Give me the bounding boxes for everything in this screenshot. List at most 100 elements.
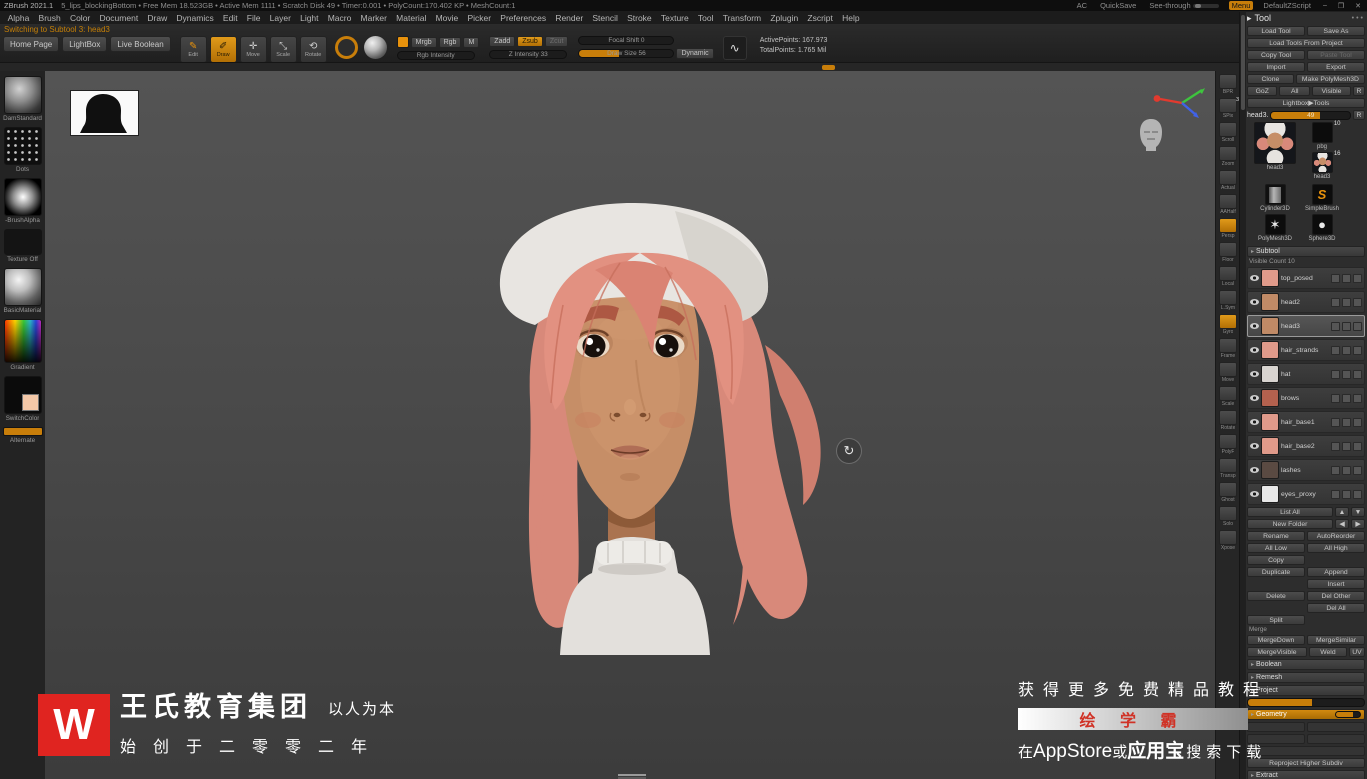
shelf-button[interactable]: PolyF — [1216, 434, 1240, 455]
edit-mode-button[interactable]: ✎ Edit — [179, 36, 207, 63]
subtool-row[interactable]: hat — [1247, 363, 1365, 385]
tool-thumb[interactable]: head3 — [1249, 122, 1301, 171]
subtool-up-button[interactable]: ▲ — [1335, 507, 1349, 517]
copy-tool-button[interactable]: Copy Tool — [1247, 50, 1305, 60]
home-page-button[interactable]: Home Page — [3, 36, 60, 52]
subtool-row[interactable]: brows — [1247, 387, 1365, 409]
rgb-button[interactable]: Rgb — [438, 36, 462, 48]
menu-item[interactable]: Light — [296, 13, 324, 23]
mask-icon[interactable] — [1353, 417, 1362, 427]
menu-item[interactable]: File — [242, 13, 265, 23]
see-through-slider[interactable] — [1192, 4, 1219, 9]
canvas-scrollbar[interactable] — [618, 774, 646, 776]
mask-icon[interactable] — [1353, 297, 1362, 307]
all-low-button[interactable]: All Low — [1247, 543, 1305, 553]
new-folder-button[interactable]: New Folder — [1247, 519, 1333, 529]
left-tray-item[interactable]: Texture Off — [0, 229, 45, 263]
subtool-row[interactable]: head2 — [1247, 291, 1365, 313]
menu-item[interactable]: Color — [65, 13, 95, 23]
left-tray-item[interactable]: -BrushAlpha — [0, 178, 45, 224]
left-tray-thumbnail[interactable] — [3, 319, 42, 363]
mrgb-button[interactable]: Mrgb — [410, 36, 437, 48]
close-button[interactable]: ✕ — [1353, 2, 1363, 10]
stroke-type-icon[interactable]: ∿ — [722, 36, 747, 60]
minimize-button[interactable]: – — [1321, 2, 1329, 9]
tool-thumb[interactable]: S SimpleBrush — [1299, 184, 1345, 212]
sculpt-icon[interactable] — [1342, 369, 1351, 379]
polypaint-icon[interactable] — [1331, 297, 1340, 307]
save-as-button[interactable]: Save As — [1307, 26, 1365, 36]
camera-head-icon[interactable] — [1137, 117, 1165, 153]
quicksave-button[interactable]: QuickSave — [1097, 1, 1139, 10]
menu-item[interactable]: Stencil — [588, 13, 623, 23]
visibility-eye-icon[interactable] — [1250, 275, 1259, 281]
tool-thumb[interactable]: 10 pbg — [1307, 121, 1341, 150]
menu-item[interactable]: Zscript — [803, 13, 838, 23]
del-other-button[interactable]: Del Other — [1307, 591, 1365, 601]
visibility-eye-icon[interactable] — [1250, 395, 1259, 401]
menu-item[interactable]: Document — [95, 13, 143, 23]
left-tray-thumbnail[interactable] — [3, 376, 42, 414]
left-tray-item[interactable]: BasicMaterial — [0, 268, 45, 314]
live-boolean-button[interactable]: Live Boolean — [110, 36, 171, 52]
m-button[interactable]: M — [463, 36, 480, 48]
see-through-control[interactable]: See-through — [1146, 1, 1221, 10]
menu-item[interactable]: Edit — [218, 13, 242, 23]
mergesimilar-button[interactable]: MergeSimilar — [1307, 635, 1365, 645]
mask-icon[interactable] — [1353, 393, 1362, 403]
menu-item[interactable]: Help — [837, 13, 864, 23]
mask-icon[interactable] — [1353, 345, 1362, 355]
paste-tool-button[interactable]: Paste Tool — [1307, 50, 1365, 60]
clone-button[interactable]: Clone — [1247, 74, 1294, 84]
viewport-canvas[interactable]: ↻ — [45, 71, 1216, 779]
shelf-button[interactable]: Scroll — [1216, 122, 1240, 143]
weld-button[interactable]: Weld — [1308, 647, 1347, 657]
current-material-icon[interactable] — [363, 36, 387, 59]
polypaint-icon[interactable] — [1331, 321, 1340, 331]
mask-icon[interactable] — [1353, 465, 1362, 475]
subtool-row[interactable]: lashes — [1247, 459, 1365, 481]
move-mode-button[interactable]: ✛ Move — [239, 36, 267, 63]
list-all-button[interactable]: List All — [1247, 507, 1333, 517]
tool-thumb[interactable]: Cylinder3D — [1249, 184, 1301, 212]
export-button[interactable]: Export — [1307, 62, 1365, 72]
menu-item[interactable]: Alpha — [3, 13, 34, 23]
rgb-intensity-slider[interactable]: Rgb Intensity — [396, 51, 475, 60]
goz-all-button[interactable]: All — [1279, 86, 1310, 96]
left-tray-thumbnail[interactable] — [3, 229, 42, 255]
lightbox-button[interactable]: LightBox — [62, 36, 108, 52]
ac-indicator[interactable]: AC — [1074, 1, 1090, 10]
menu-item[interactable]: Dynamics — [172, 13, 219, 23]
subtool-down-button[interactable]: ▼ — [1351, 507, 1365, 517]
subtool-row[interactable]: hair_base2 — [1247, 435, 1365, 457]
goz-button[interactable]: GoZ — [1247, 86, 1278, 96]
mask-icon[interactable] — [1353, 369, 1362, 379]
subtool-row[interactable]: hair_strands — [1247, 339, 1365, 361]
folder-left-button[interactable]: ◀ — [1335, 519, 1349, 529]
visibility-eye-icon[interactable] — [1250, 299, 1259, 305]
visibility-eye-icon[interactable] — [1250, 419, 1259, 425]
menu-toggle-button[interactable]: Menu — [1228, 1, 1254, 10]
make-polymesh3d-button[interactable]: Make PolyMesh3D — [1295, 74, 1365, 84]
menu-item[interactable]: Layer — [265, 13, 295, 23]
polypaint-icon[interactable] — [1331, 489, 1340, 499]
rotate-mode-button[interactable]: ⟲ Rotate — [299, 36, 327, 63]
left-tray-thumbnail[interactable] — [2, 427, 43, 436]
polypaint-icon[interactable] — [1331, 273, 1340, 283]
zcut-button[interactable]: Zcut — [544, 36, 569, 47]
goz-visible-button[interactable]: Visible — [1311, 86, 1351, 96]
polypaint-icon[interactable] — [1331, 369, 1340, 379]
shelf-button[interactable]: AAHalf — [1216, 194, 1240, 215]
menu-item[interactable]: Preferences — [496, 13, 551, 23]
extract-section-header[interactable]: ▸ Extract — [1247, 770, 1365, 779]
menu-item[interactable]: Marker — [356, 13, 392, 23]
menu-item[interactable]: Texture — [656, 13, 693, 23]
menu-item[interactable]: Brush — [34, 13, 65, 23]
mask-icon[interactable] — [1353, 273, 1362, 283]
shelf-button[interactable]: Frame — [1216, 338, 1240, 359]
tool-icon-size-slider[interactable]: 49 — [1270, 110, 1351, 120]
left-tray-item[interactable]: Alternate — [0, 427, 45, 444]
menu-item[interactable]: Render — [551, 13, 588, 23]
boolean-section-header[interactable]: ▸ Boolean — [1247, 659, 1365, 670]
draw-mode-button[interactable]: ✐ Draw — [209, 36, 237, 63]
